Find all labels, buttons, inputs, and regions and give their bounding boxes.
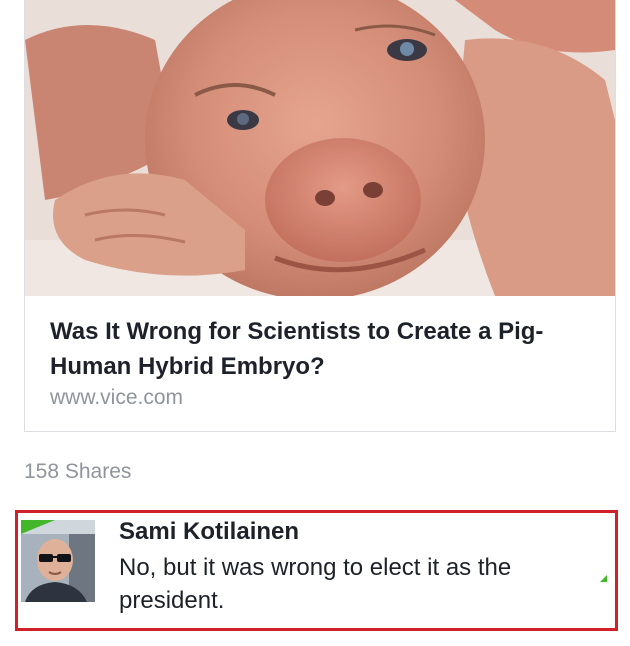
highlighted-comment: Sami Kotilainen No, but it was wrong to … <box>15 510 618 631</box>
link-domain: www.vice.com <box>50 386 184 409</box>
shares-count[interactable]: 158 Shares <box>24 460 131 484</box>
avatar[interactable] <box>21 520 95 602</box>
corner-marker <box>21 520 55 534</box>
comment-text: No, but it was wrong to elect it as the … <box>119 554 512 614</box>
link-preview-card[interactable]: Was It Wrong for Scientists to Create a … <box>24 0 616 432</box>
green-corner-tick <box>600 575 607 582</box>
commenter-name[interactable]: Sami Kotilainen <box>119 518 299 546</box>
post-page: Was It Wrong for Scientists to Create a … <box>0 0 630 646</box>
preview-image[interactable] <box>25 0 615 296</box>
link-title[interactable]: Was It Wrong for Scientists to Create a … <box>50 314 600 384</box>
